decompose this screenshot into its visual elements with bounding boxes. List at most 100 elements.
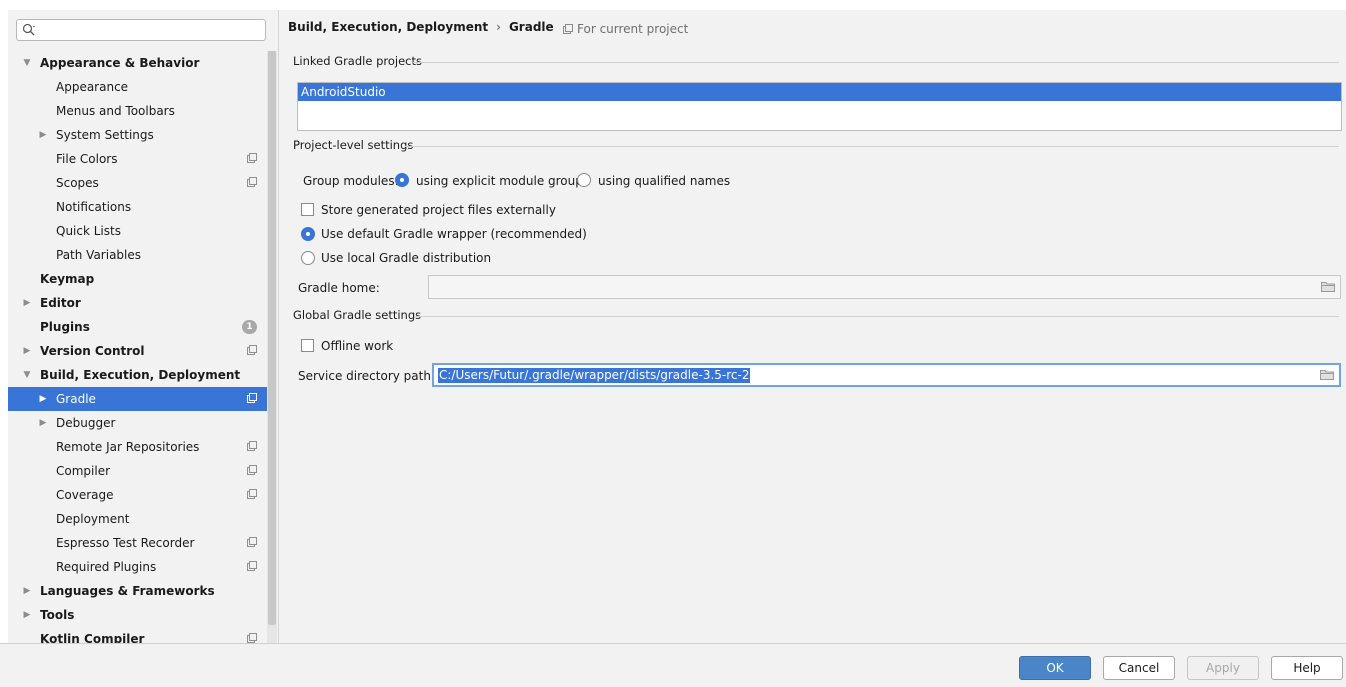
sidebar-item-label: Espresso Test Recorder [56, 536, 195, 550]
ok-button[interactable]: OK [1019, 656, 1091, 680]
collapse-arrow-icon[interactable]: ▶ [21, 603, 33, 627]
sidebar-item-label: Keymap [40, 272, 95, 286]
scope-note: For current project [563, 22, 688, 36]
offline-work-label[interactable]: Offline work [321, 339, 393, 353]
sidebar-item-label: Debugger [56, 416, 116, 430]
sidebar-item[interactable]: Path Variables [8, 243, 267, 267]
linked-projects-title-text: Linked Gradle projects [293, 54, 422, 68]
group-modules-explicit-label[interactable]: using explicit module groups [416, 174, 589, 188]
sidebar-item[interactable]: Coverage [8, 483, 267, 507]
sidebar-item[interactable]: Keymap [8, 267, 267, 291]
gradle-home-label: Gradle home: [298, 281, 380, 295]
expand-arrow-icon[interactable]: ▼ [21, 363, 33, 387]
sidebar-item[interactable]: Espresso Test Recorder [8, 531, 267, 555]
group-modules-explicit-radio[interactable] [395, 173, 409, 187]
sidebar-scrollbar[interactable] [267, 51, 277, 643]
group-modules-qualified-label[interactable]: using qualified names [598, 174, 730, 188]
sidebar-item[interactable]: Appearance [8, 75, 267, 99]
global-settings-section-title: Global Gradle settings [293, 308, 1339, 322]
breadcrumb-current: Gradle [508, 20, 554, 34]
sidebar-item[interactable]: Menus and Toolbars [8, 99, 267, 123]
sidebar-item[interactable]: ▶ System Settings [8, 123, 267, 147]
project-scope-icon [247, 537, 257, 547]
sidebar-item-label: Gradle [56, 392, 96, 406]
sidebar-item-label: File Colors [56, 152, 118, 166]
use-local-label[interactable]: Use local Gradle distribution [321, 251, 491, 265]
settings-search-input[interactable] [16, 19, 266, 41]
use-wrapper-label[interactable]: Use default Gradle wrapper (recommended) [321, 227, 587, 241]
update-count-badge: 1 [242, 320, 257, 334]
sidebar-item-label: Appearance [56, 80, 129, 94]
collapse-arrow-icon[interactable]: ▶ [21, 339, 33, 363]
sidebar-item[interactable]: Quick Lists [8, 219, 267, 243]
sidebar-item-label: System Settings [56, 128, 154, 142]
folder-icon[interactable] [1321, 281, 1335, 292]
collapse-arrow-icon[interactable]: ▶ [21, 579, 33, 603]
sidebar-item[interactable]: ▶ Languages & Frameworks [8, 579, 267, 603]
sidebar-item-label: Remote Jar Repositories [56, 440, 200, 454]
service-dir-value[interactable]: C:/Users/Futur/.gradle/wrapper/dists/gra… [438, 368, 751, 383]
sidebar-item[interactable]: ▼ Appearance & Behavior [8, 51, 267, 75]
settings-sidebar: ▼ Appearance & Behavior Appearance Menus an… [8, 10, 279, 643]
project-scope-icon [247, 393, 257, 403]
sidebar-item[interactable]: ▶ Gradle [8, 387, 267, 411]
use-wrapper-radio[interactable] [301, 227, 315, 241]
sidebar-item[interactable]: ▼ Build, Execution, Deployment [8, 363, 267, 387]
sidebar-item[interactable]: Scopes [8, 171, 267, 195]
sidebar-item-label: Compiler [56, 464, 111, 478]
offline-work-checkbox[interactable] [301, 339, 314, 352]
apply-button[interactable]: Apply [1187, 656, 1259, 680]
store-external-label[interactable]: Store generated project files externally [321, 203, 556, 217]
expand-arrow-icon[interactable]: ▼ [21, 51, 33, 75]
sidebar-item-label: Tools [40, 608, 75, 622]
breadcrumb-parent[interactable]: Build, Execution, Deployment [288, 20, 488, 34]
sidebar-item[interactable]: Deployment [8, 507, 267, 531]
sidebar-item-label: Kotlin Compiler [40, 632, 145, 643]
linked-project-item[interactable]: AndroidStudio [298, 83, 1341, 101]
project-scope-icon [247, 561, 257, 571]
gradle-home-field[interactable] [428, 275, 1341, 299]
cancel-button[interactable]: Cancel [1103, 656, 1175, 680]
linked-projects-section-title: Linked Gradle projects [293, 54, 1339, 68]
project-scope-icon [247, 633, 257, 643]
folder-icon[interactable] [1320, 369, 1334, 380]
scope-note-text: For current project [577, 22, 689, 36]
sidebar-item-label: Languages & Frameworks [40, 584, 215, 598]
sidebar-item[interactable]: ▶ Version Control [8, 339, 267, 363]
project-scope-icon [247, 441, 257, 451]
section-divider [413, 62, 1339, 63]
global-settings-title-text: Global Gradle settings [293, 308, 422, 322]
sidebar-item[interactable]: ▶ Debugger [8, 411, 267, 435]
linked-projects-list[interactable]: AndroidStudio [297, 82, 1342, 131]
window-left-edge [0, 10, 8, 687]
store-external-checkbox[interactable] [301, 203, 314, 216]
sidebar-item-label: Menus and Toolbars [56, 104, 175, 118]
sidebar-item-label: Coverage [56, 488, 114, 502]
section-divider [405, 146, 1339, 147]
sidebar-item[interactable]: Required Plugins [8, 555, 267, 579]
collapse-arrow-icon[interactable]: ▶ [21, 291, 33, 315]
collapse-arrow-icon[interactable]: ▶ [37, 411, 49, 435]
sidebar-item[interactable]: Notifications [8, 195, 267, 219]
collapse-arrow-icon[interactable]: ▶ [37, 123, 49, 147]
sidebar-item[interactable]: Kotlin Compiler [8, 627, 267, 643]
sidebar-item[interactable]: Remote Jar Repositories [8, 435, 267, 459]
sidebar-item[interactable]: Compiler [8, 459, 267, 483]
sidebar-item[interactable]: ▶ Tools [8, 603, 267, 627]
collapse-arrow-icon[interactable]: ▶ [37, 387, 49, 411]
dialog-footer: OK Cancel Apply Help [0, 643, 1346, 687]
project-settings-section-title: Project-level settings [293, 138, 1339, 152]
section-divider [414, 316, 1339, 317]
sidebar-item[interactable]: Plugins 1 [8, 315, 267, 339]
sidebar-item[interactable]: ▶ Editor [8, 291, 267, 315]
service-dir-field[interactable]: C:/Users/Futur/.gradle/wrapper/dists/gra… [432, 363, 1341, 387]
group-modules-qualified-radio[interactable] [577, 173, 591, 187]
sidebar-item[interactable]: File Colors [8, 147, 267, 171]
sidebar-scroll-thumb[interactable] [268, 51, 276, 625]
group-modules-label: Group modules: [303, 174, 399, 188]
sidebar-item-label: Required Plugins [56, 560, 157, 574]
sidebar-item-label: Editor [40, 296, 81, 310]
use-local-radio[interactable] [301, 251, 315, 265]
sidebar-item-label: Quick Lists [56, 224, 121, 238]
help-button[interactable]: Help [1271, 656, 1343, 680]
